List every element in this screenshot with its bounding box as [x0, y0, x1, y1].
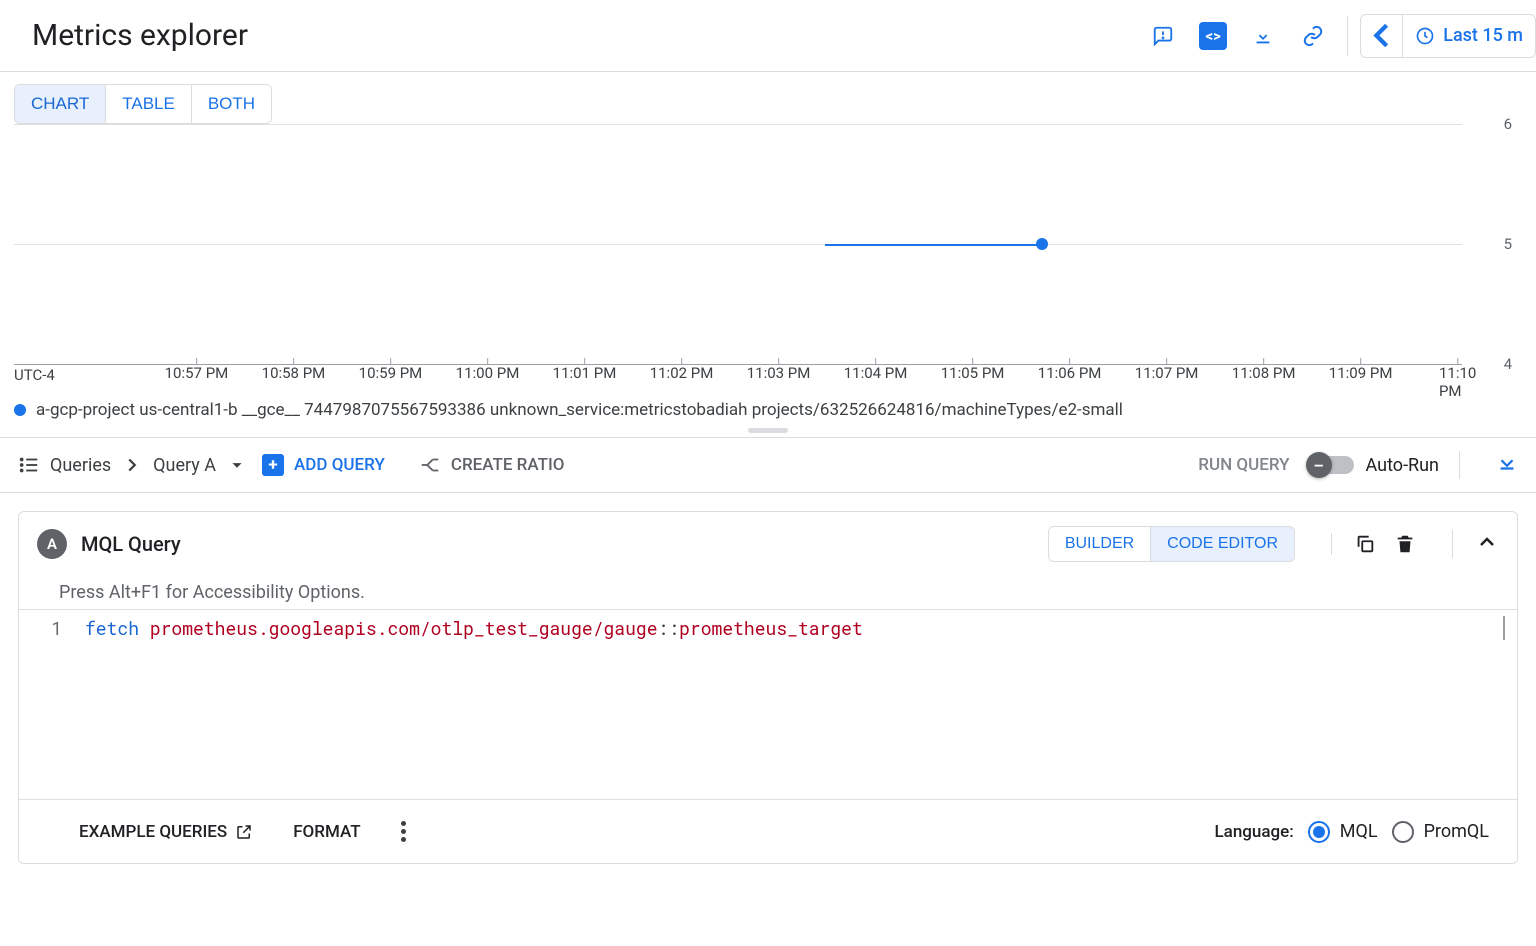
chevron-up-icon[interactable]	[1475, 530, 1499, 554]
list-icon	[18, 454, 40, 476]
lang-option-mql[interactable]: MQL	[1308, 821, 1378, 843]
x-tick: 11:01 PM	[553, 364, 617, 382]
y-tick: 4	[1504, 355, 1512, 373]
x-tick: 11:09 PM	[1329, 364, 1393, 382]
collapse-icon[interactable]	[1496, 452, 1518, 478]
header-actions: <> Last 15 m	[1141, 14, 1536, 58]
x-tick: 11:04 PM	[844, 364, 908, 382]
query-card-header: A MQL Query BUILDER CODE EDITOR	[19, 512, 1517, 576]
view-toggle: CHART TABLE BOTH	[0, 72, 1536, 124]
y-tick: 5	[1504, 235, 1512, 253]
header: Metrics explorer <> Last 15 m	[0, 0, 1536, 72]
language-label: Language:	[1214, 822, 1293, 842]
copy-icon[interactable]	[1354, 533, 1376, 555]
resize-handle[interactable]	[0, 424, 1536, 437]
line-number: 1	[19, 610, 75, 799]
tab-chart[interactable]: CHART	[15, 85, 105, 123]
tab-table[interactable]: TABLE	[105, 85, 191, 123]
plus-icon: +	[262, 454, 284, 476]
x-tick: 11:07 PM	[1135, 364, 1199, 382]
toggle-switch[interactable]: –	[1310, 456, 1354, 474]
x-tick: 11:03 PM	[747, 364, 811, 382]
timezone-label: UTC-4	[14, 366, 55, 384]
tab-both[interactable]: BOTH	[191, 85, 271, 123]
example-queries-label: EXAMPLE QUERIES	[79, 822, 227, 842]
x-tick: 11:08 PM	[1232, 364, 1296, 382]
code-editor-button[interactable]: CODE EDITOR	[1150, 527, 1294, 561]
series-line	[825, 244, 1042, 246]
separator	[1347, 16, 1348, 56]
code-editor[interactable]: 1 fetch prometheus.googleapis.com/otlp_t…	[19, 609, 1517, 799]
legend-label: a-gcp-project us-central1-b __gce__ 7447…	[36, 400, 1123, 420]
page-title: Metrics explorer	[32, 18, 248, 53]
radio-icon[interactable]	[1392, 821, 1414, 843]
auto-run-toggle[interactable]: – Auto-Run	[1310, 455, 1439, 476]
format-button[interactable]: FORMAT	[293, 822, 360, 842]
chevron-left-icon[interactable]	[1361, 15, 1403, 57]
caret-down-icon	[226, 454, 248, 476]
chart-legend[interactable]: a-gcp-project us-central1-b __gce__ 7447…	[0, 394, 1536, 424]
link-icon[interactable]	[1291, 14, 1335, 58]
run-query-button[interactable]: RUN QUERY	[1198, 455, 1289, 475]
current-query-name: Query A	[153, 455, 216, 476]
download-icon[interactable]	[1241, 14, 1285, 58]
code-content[interactable]: fetch prometheus.googleapis.com/otlp_tes…	[75, 610, 1517, 799]
create-ratio-label: CREATE RATIO	[451, 455, 565, 475]
builder-button[interactable]: BUILDER	[1049, 527, 1150, 561]
chevron-right-icon	[121, 454, 143, 476]
add-query-label: ADD QUERY	[294, 455, 385, 475]
editor-mode-toggle: BUILDER CODE EDITOR	[1048, 526, 1295, 562]
accessibility-hint: Press Alt+F1 for Accessibility Options.	[19, 576, 1517, 609]
x-tick: 10:59 PM	[359, 364, 423, 382]
time-range-text: Last 15 m	[1443, 25, 1523, 46]
external-link-icon	[235, 823, 253, 841]
x-tick: 11:06 PM	[1038, 364, 1102, 382]
x-tick: 10:58 PM	[262, 364, 326, 382]
auto-run-label: Auto-Run	[1366, 455, 1439, 476]
chart-plot-area[interactable]: 6 5 4	[14, 124, 1462, 364]
queries-toolbar: Queries Query A + ADD QUERY CREATE RATIO…	[0, 437, 1536, 493]
query-card-footer: EXAMPLE QUERIES FORMAT Language: MQL Pro…	[19, 799, 1517, 863]
x-tick: 11:00 PM	[456, 364, 520, 382]
more-menu-icon[interactable]	[401, 821, 406, 842]
language-picker: Language: MQL PromQL	[1214, 821, 1489, 843]
feedback-icon[interactable]	[1141, 14, 1185, 58]
legend-swatch	[14, 404, 26, 416]
delete-icon[interactable]	[1394, 533, 1416, 555]
x-tick: 11:10 PM	[1439, 364, 1476, 400]
queries-label: Queries	[50, 455, 111, 476]
separator	[1459, 451, 1460, 479]
query-card: A MQL Query BUILDER CODE EDITOR Press Al…	[18, 511, 1518, 864]
radio-selected-icon[interactable]	[1308, 821, 1330, 843]
time-range-label[interactable]: Last 15 m	[1403, 25, 1535, 46]
lang-option-promql[interactable]: PromQL	[1392, 821, 1489, 843]
add-query-button[interactable]: + ADD QUERY	[262, 454, 385, 476]
create-ratio-button[interactable]: CREATE RATIO	[419, 454, 565, 476]
x-axis: UTC-4 10:57 PM 10:58 PM 10:59 PM 11:00 P…	[14, 364, 1462, 394]
queries-dropdown[interactable]: Queries Query A	[18, 454, 248, 476]
query-badge: A	[37, 529, 67, 559]
time-range-picker[interactable]: Last 15 m	[1360, 14, 1536, 58]
ratio-icon	[419, 454, 441, 476]
chart: 6 5 4 UTC-4 10:57 PM 10:58 PM 10:59 PM 1…	[14, 124, 1522, 394]
y-tick: 6	[1504, 115, 1512, 133]
query-card-title: MQL Query	[81, 532, 181, 556]
x-tick: 11:02 PM	[650, 364, 714, 382]
example-queries-button[interactable]: EXAMPLE QUERIES	[79, 822, 253, 842]
series-point	[1036, 238, 1048, 250]
code-icon[interactable]: <>	[1191, 14, 1235, 58]
x-tick: 10:57 PM	[165, 364, 229, 382]
x-tick: 11:05 PM	[941, 364, 1005, 382]
